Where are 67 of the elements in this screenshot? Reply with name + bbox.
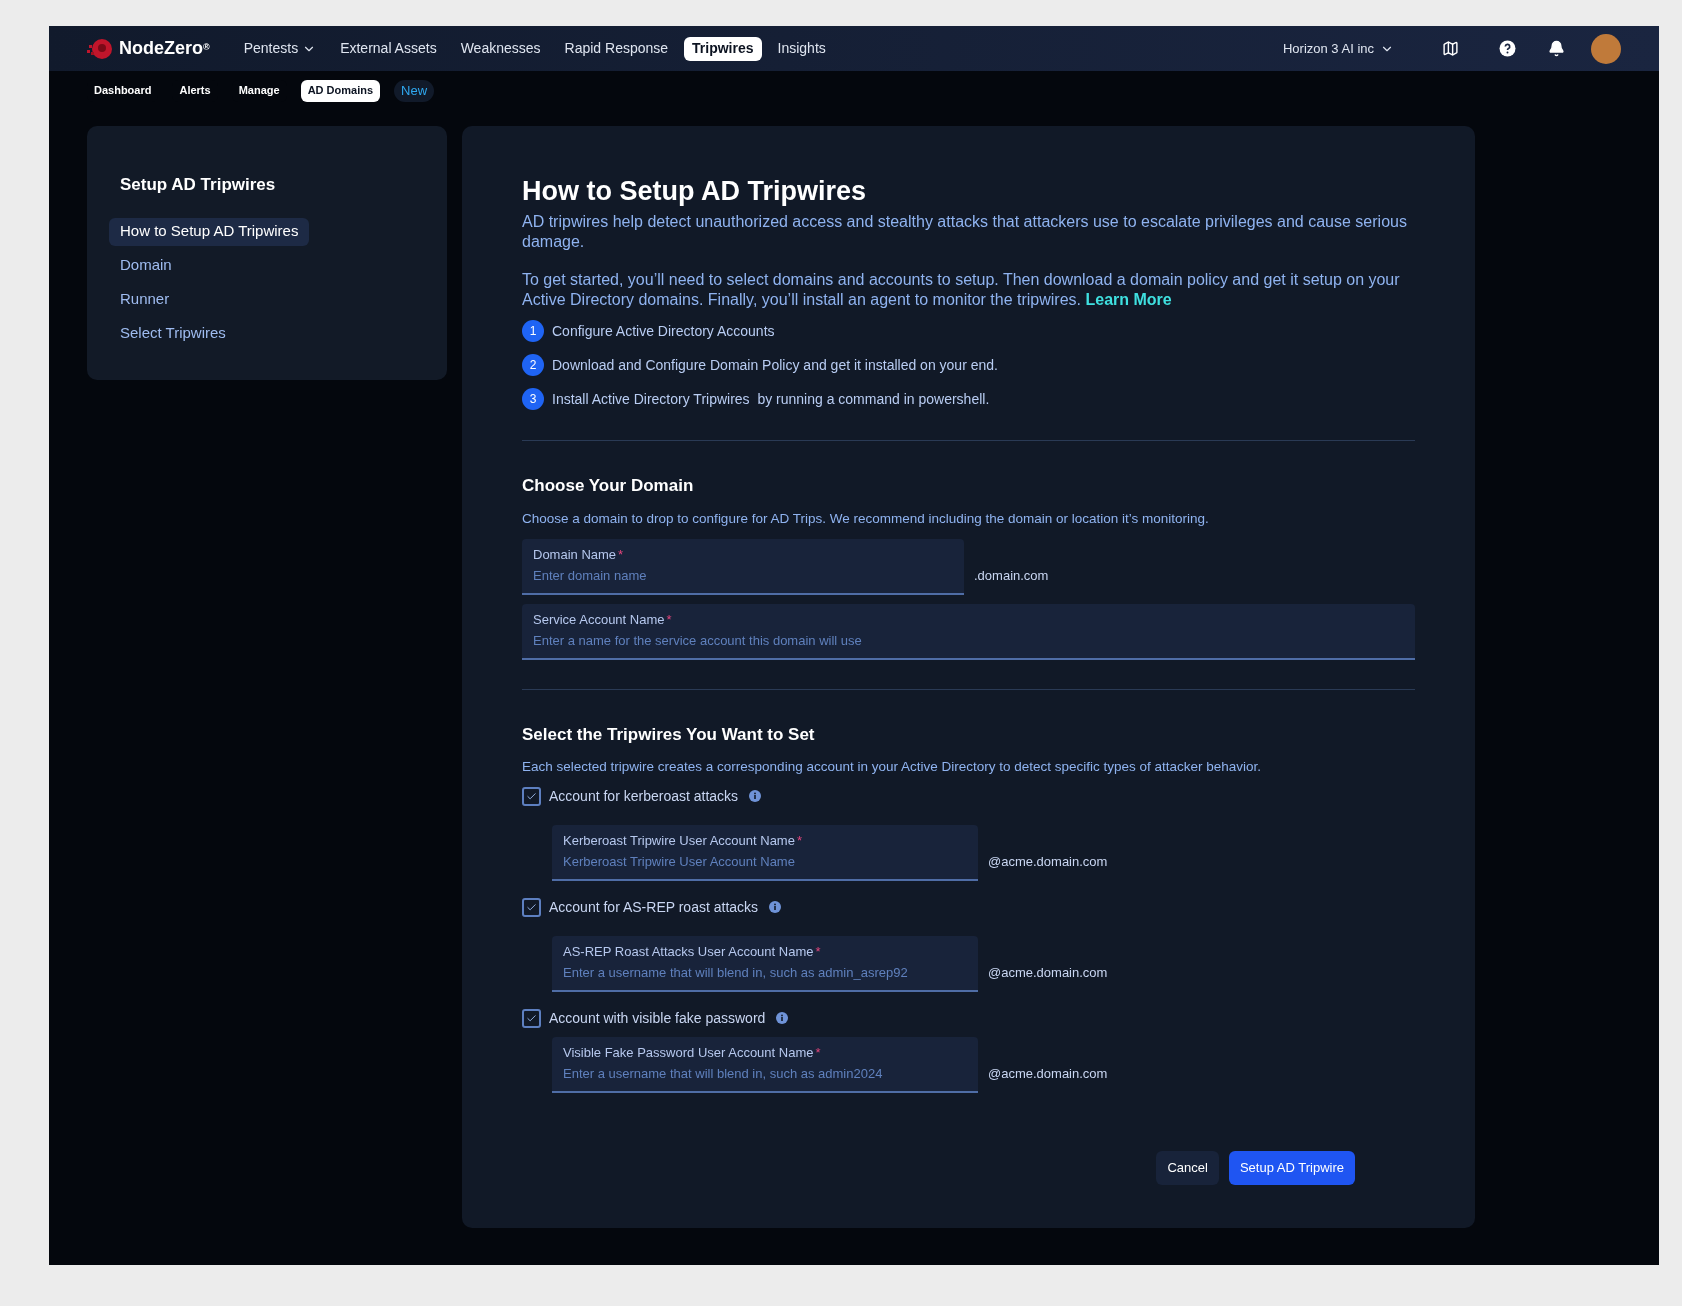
page-title: How to Setup AD Tripwires [522, 175, 868, 208]
map-icon[interactable] [1442, 40, 1459, 57]
text-field[interactable]: Service Account Name* Enter a name for the service account this domain will use [522, 603, 1415, 660]
nav-tab[interactable]: Rapid Response [556, 36, 677, 61]
checkbox[interactable] [522, 1008, 541, 1028]
input-field[interactable]: Enter a username that will blend in, such as admin_asrep92 [563, 964, 967, 982]
text-field[interactable]: Domain Name* Enter domain name [522, 538, 964, 595]
check-icon [526, 790, 537, 802]
sidebar-item[interactable]: Runner [109, 285, 181, 314]
info-icon[interactable] [749, 790, 762, 802]
input-field[interactable]: Kerberoast Tripwire User Account Name [563, 853, 967, 871]
checkbox-label: Account with visible fake password [549, 1008, 766, 1028]
step-number: 2 [522, 354, 544, 376]
nav-tab[interactable]: External Assets [332, 36, 445, 61]
section-title: Select the Tripwires You Want to Set [522, 723, 816, 746]
nav-tab[interactable]: Pentests [235, 36, 325, 61]
nav-tab[interactable]: Weaknesses [452, 36, 549, 61]
domain-suffix: @acme.domain.com [988, 1065, 1108, 1083]
check-icon [526, 1012, 537, 1024]
step-text: Download and Configure Domain Policy and get it installed on your end. [552, 355, 998, 375]
section-description: Choose a domain to drop to configure for AD Trips. We recommend including the domain or location it’s monitoring. [522, 509, 1210, 528]
field-label: Domain Name* [533, 546, 625, 565]
step-text: Install Active Directory Tripwires by running a command in powershell. [552, 389, 990, 409]
intro-paragraph: AD tripwires help detect unauthorized access and stealthy attacks that attackers use to escalate privileges and cause serious damage. [522, 212, 1408, 252]
input-field[interactable]: Enter a username that will blend in, such as admin2024 [563, 1065, 967, 1083]
text-field[interactable]: AS-REP Roast Attacks User Account Name* Enter a username that will blend in, such as admin_asrep92 [552, 935, 978, 992]
sidebar-item[interactable]: Select Tripwires [109, 319, 237, 348]
step-text: Configure Active Directory Accounts [552, 321, 775, 341]
help-icon[interactable] [1499, 40, 1516, 57]
text-field[interactable]: Kerberoast Tripwire User Account Name* Kerberoast Tripwire User Account Name [552, 824, 978, 881]
organization-dropdown[interactable]: Horizon 3 AI inc [1282, 38, 1394, 59]
step-number: 1 [522, 320, 544, 342]
domain-suffix: @acme.domain.com [988, 964, 1108, 982]
nav-tab[interactable]: Insights [769, 36, 834, 61]
checkbox[interactable] [522, 897, 541, 917]
field-label: Kerberoast Tripwire User Account Name* [563, 832, 803, 850]
sidebar-item[interactable]: Domain [109, 251, 183, 280]
input-field[interactable]: Enter domain name [533, 567, 953, 586]
brand-name: NodeZero$^{®}$ [119, 37, 210, 60]
domain-suffix: @acme.domain.com [988, 853, 1108, 871]
sidebar-item[interactable]: How to Setup AD Tripwires [109, 217, 310, 246]
new-button[interactable]: New [394, 79, 435, 102]
section-description: Each selected tripwire creates a corresponding account in your Active Directory to detect specific types of attacker behavior. [522, 758, 1263, 777]
logo-icon [87, 36, 113, 61]
setup-button[interactable]: Setup AD Tripwire [1228, 1150, 1355, 1185]
sidebar-title: Setup AD Tripwires [119, 174, 277, 196]
sub-nav-tab[interactable]: AD Domains [300, 79, 381, 102]
field-label: Visible Fake Password User Account Name* [563, 1044, 822, 1062]
learn-more-link[interactable]: Learn More [1085, 291, 1172, 308]
input-field[interactable]: Enter a name for the service account this domain will use [533, 632, 1404, 651]
nav-tab[interactable]: Tripwires [684, 36, 762, 61]
section-title: Choose Your Domain [522, 475, 695, 497]
notification-bell-icon[interactable] [1548, 40, 1565, 57]
info-icon[interactable] [769, 901, 782, 913]
text-field[interactable]: Visible Fake Password User Account Name* Enter a username that will blend in, such as admin2024 [552, 1036, 978, 1093]
intro-paragraph: To get started, you’ll need to select domains and accounts to setup. Then download a domain policy and get it setup on your Active Directory domains. Finally, you’ll install an agent to monitor the tripwires. Learn More [522, 270, 1401, 310]
checkbox-label: Account for AS-REP roast attacks [549, 897, 759, 917]
check-icon [526, 901, 537, 913]
field-label: AS-REP Roast Attacks User Account Name* [563, 943, 822, 961]
checkbox-label: Account for kerberoast attacks [549, 786, 739, 806]
info-icon[interactable] [776, 1012, 789, 1024]
checkbox[interactable] [522, 786, 541, 806]
step-number: 3 [522, 388, 544, 410]
domain-suffix: .domain.com [974, 567, 1049, 586]
field-label: Service Account Name* [533, 611, 673, 630]
avatar[interactable] [1591, 33, 1621, 64]
cancel-button[interactable]: Cancel [1156, 1150, 1219, 1185]
